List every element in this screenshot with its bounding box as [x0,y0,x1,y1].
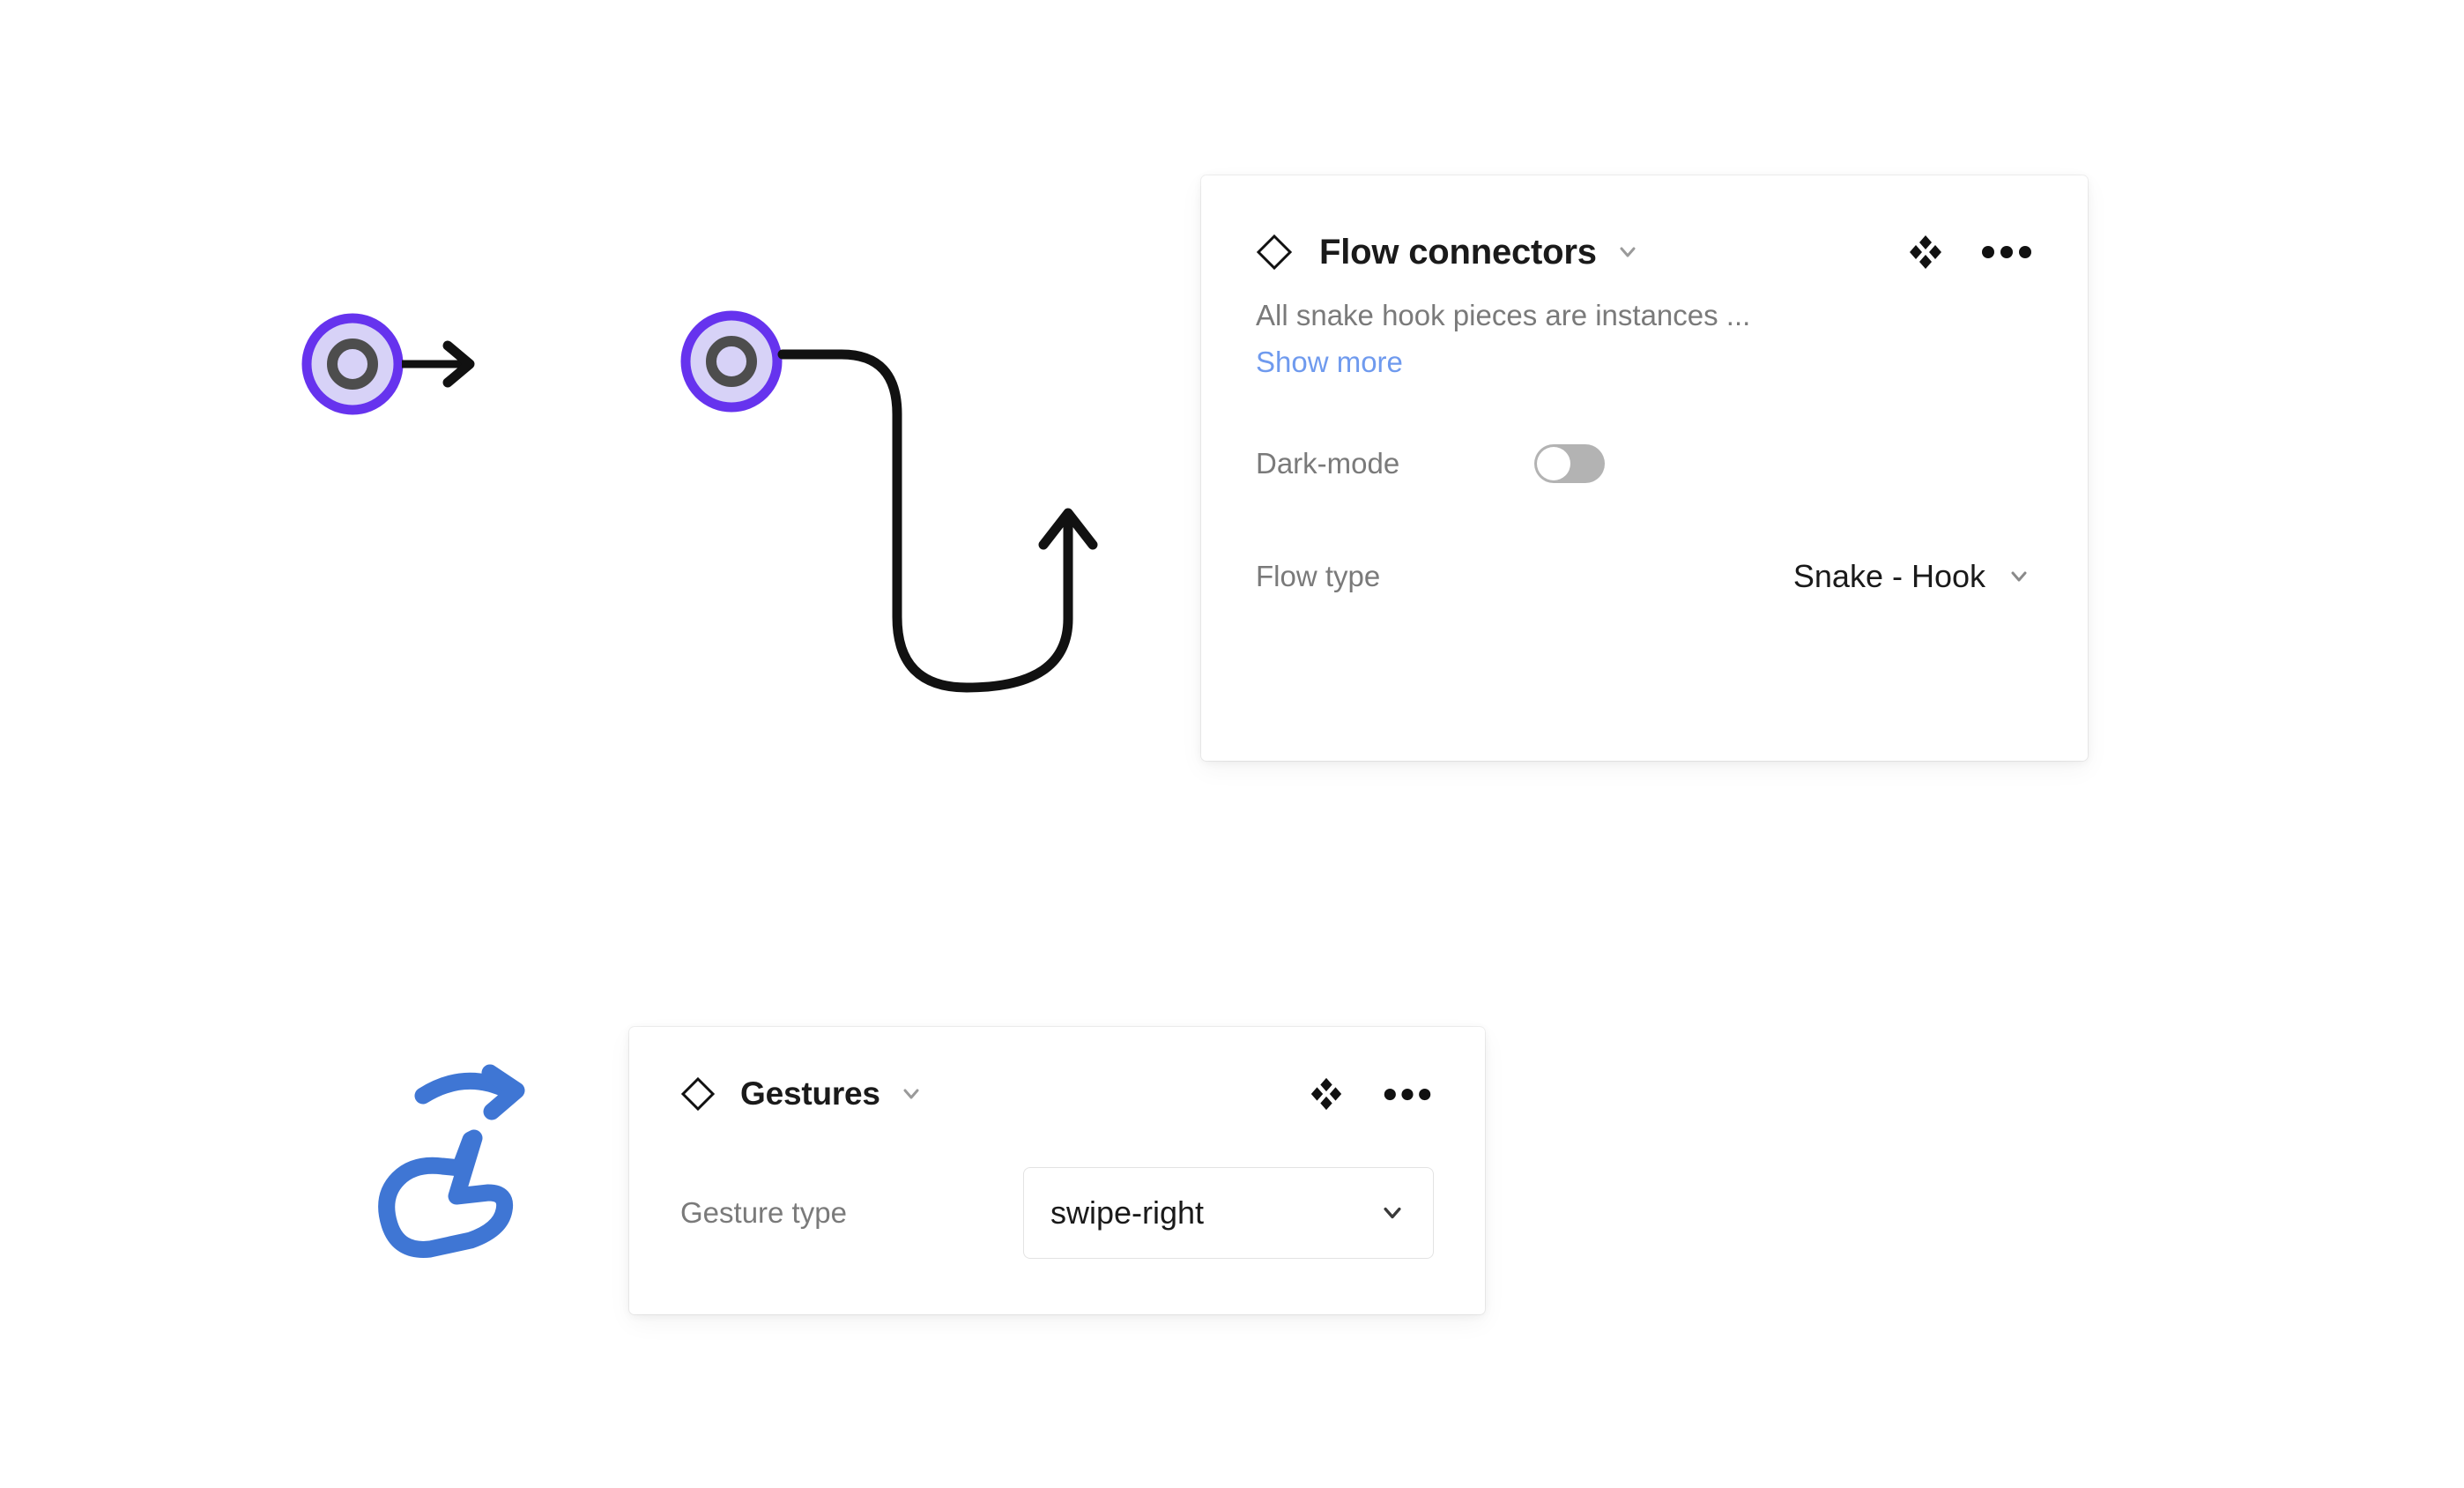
snake-hook-flow-connector[interactable] [670,291,1128,723]
chevron-down-icon [2011,571,2027,582]
show-more-link[interactable]: Show more [1256,346,1403,379]
swap-instance-icon[interactable] [1903,229,1948,275]
dark-mode-toggle-knob [1537,447,1570,481]
flow-connectors-description: All snake hook pieces are instances ... [1256,299,1751,331]
gestures-title: Gestures [740,1075,880,1112]
design-canvas: Flow connectors All snake hook pieces ar… [0,0,2464,1488]
swap-instance-glyph [1910,235,1941,269]
gesture-type-select[interactable]: swipe-right [1023,1167,1434,1259]
flow-type-value: Snake - Hook [1792,558,1985,595]
gesture-type-value: swipe-right [1050,1194,1205,1231]
chevron-down-icon [1384,1207,1401,1219]
dark-mode-toggle[interactable] [1534,444,1605,484]
more-options-icon[interactable] [1381,1071,1434,1117]
flow-type-label: Flow type [1256,560,1381,593]
gestures-panel-header: Gestures [629,1027,1485,1119]
swap-instance-glyph [1310,1077,1342,1111]
straight-flow-connector[interactable] [291,300,573,476]
more-options-glyph [1384,1088,1431,1100]
flow-type-select[interactable]: Snake - Hook [1793,558,2033,595]
chevron-down-icon[interactable] [898,1081,924,1107]
dark-mode-row: Dark-mode [1201,421,2088,506]
more-options-glyph [1982,246,2031,258]
component-diamond-icon [680,1076,716,1112]
flow-type-row: Flow type Snake - Hook [1201,534,2088,619]
flow-connectors-title: Flow connectors [1319,232,1597,272]
gesture-type-row: Gesture type swipe-right [629,1164,1485,1261]
flow-connectors-panel-header: Flow connectors [1201,175,2088,279]
flow-connectors-description-block: All snake hook pieces are instances ... … [1201,297,2088,379]
component-diamond-icon [1256,234,1293,271]
gesture-type-label: Gesture type [680,1196,847,1229]
flow-connectors-panel: Flow connectors All snake hook pieces ar… [1201,175,2088,761]
swap-instance-icon[interactable] [1303,1071,1349,1117]
swipe-right-gesture-icon [378,1064,525,1258]
more-options-icon[interactable] [1980,229,2033,275]
dark-mode-label: Dark-mode [1256,447,1400,480]
chevron-down-icon[interactable] [1614,239,1641,265]
gestures-panel: Gestures Gesture type swipe-right [629,1027,1485,1314]
